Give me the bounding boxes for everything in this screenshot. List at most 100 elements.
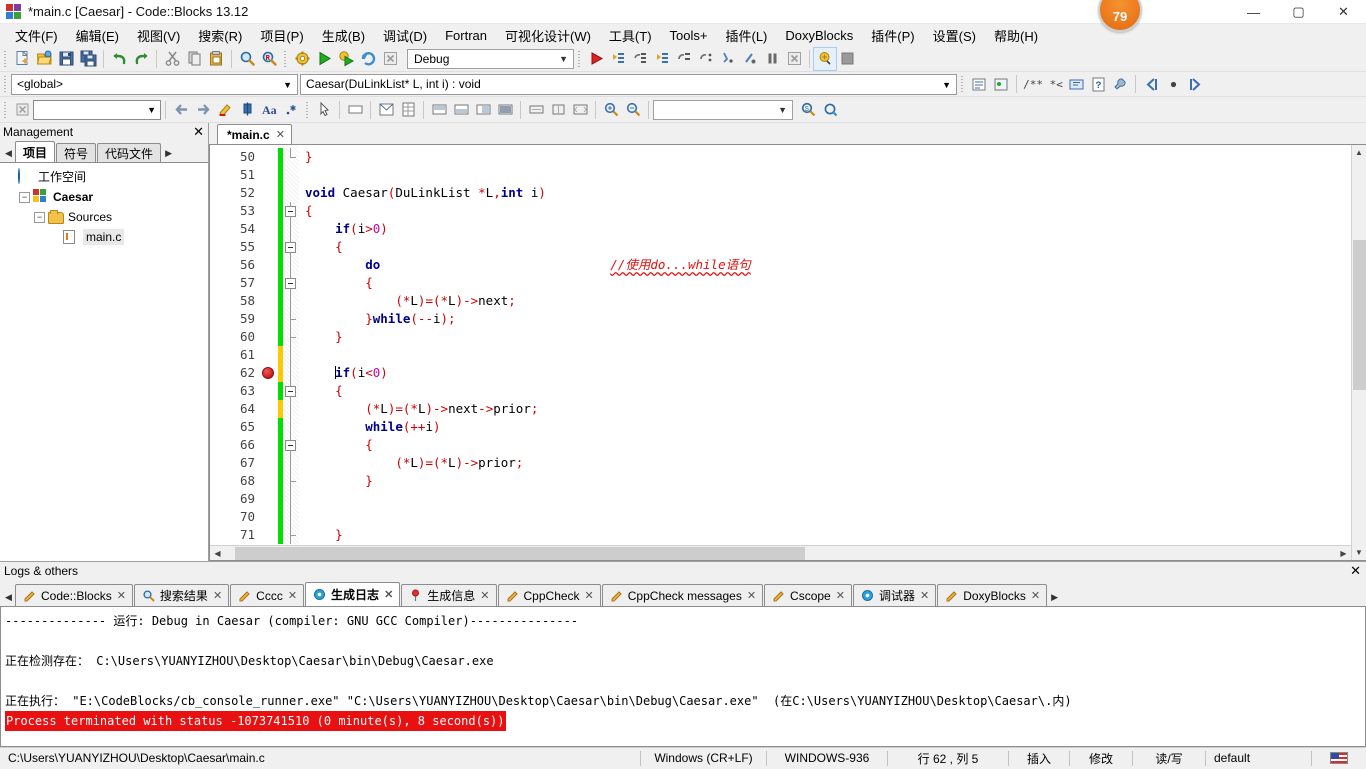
open-file-icon[interactable] bbox=[33, 48, 55, 70]
next-instruction-icon[interactable] bbox=[695, 48, 717, 70]
breakpoint-slot[interactable] bbox=[260, 310, 278, 328]
breakpoint-slot[interactable] bbox=[260, 274, 278, 292]
toolbar-grip[interactable] bbox=[2, 49, 9, 69]
breakpoint-slot[interactable] bbox=[260, 292, 278, 310]
hscroll-left-icon[interactable]: ◀ bbox=[210, 546, 225, 561]
doxyblocks-run-icon[interactable] bbox=[1065, 73, 1087, 95]
breakpoint-slot[interactable] bbox=[260, 526, 278, 544]
code-line[interactable]: if(i>0) bbox=[299, 220, 1351, 238]
font-icon[interactable]: Aa bbox=[258, 99, 280, 121]
vscroll-thumb[interactable] bbox=[1353, 240, 1366, 390]
logs-scroll-right-icon[interactable]: ▶ bbox=[1048, 588, 1061, 606]
zoom-out-icon[interactable] bbox=[622, 99, 644, 121]
highlight-pen-icon[interactable] bbox=[214, 99, 236, 121]
code-line[interactable]: } bbox=[299, 328, 1351, 346]
breakpoint-gutter[interactable] bbox=[260, 145, 278, 545]
fold-slot[interactable] bbox=[283, 166, 299, 184]
next-line-icon[interactable] bbox=[629, 48, 651, 70]
log-tab-cppcheck[interactable]: CppCheck✕ bbox=[498, 584, 601, 606]
doxyblocks-help-icon[interactable]: ? bbox=[1087, 73, 1109, 95]
nav-forward-icon[interactable] bbox=[1184, 73, 1206, 95]
breakpoint-slot[interactable] bbox=[260, 184, 278, 202]
code-line[interactable]: if(i<0) bbox=[299, 364, 1351, 382]
maximize-button[interactable]: ▢ bbox=[1276, 0, 1321, 24]
build-log-output[interactable]: -------------- 运行: Debug in Caesar (comp… bbox=[0, 606, 1366, 747]
code-line[interactable]: { bbox=[299, 382, 1351, 400]
stop-debugger-icon[interactable] bbox=[783, 48, 805, 70]
step-into-instruction-icon[interactable] bbox=[717, 48, 739, 70]
tree-node-Sources[interactable]: −Sources bbox=[4, 207, 208, 227]
paste-icon[interactable] bbox=[205, 48, 227, 70]
breakpoint-slot[interactable] bbox=[260, 472, 278, 490]
code-line[interactable]: (*L)=(*L)->next->prior; bbox=[299, 400, 1351, 418]
fold-slot[interactable] bbox=[283, 328, 299, 346]
code-line[interactable]: } bbox=[299, 148, 1351, 166]
hscroll-track[interactable] bbox=[225, 546, 1336, 561]
vscroll-track[interactable] bbox=[1352, 160, 1366, 545]
toolbar-grip[interactable] bbox=[304, 100, 311, 120]
code-editor[interactable]: 5051525354555657585960616263646566676869… bbox=[210, 145, 1351, 545]
hscroll-right-icon[interactable]: ▶ bbox=[1336, 546, 1351, 561]
menu-help[interactable]: 帮助(H) bbox=[985, 24, 1047, 47]
tree-expander-icon[interactable]: − bbox=[34, 212, 45, 223]
fold-slot[interactable] bbox=[283, 292, 299, 310]
breakpoint-slot[interactable] bbox=[260, 436, 278, 454]
doxyblocks-comment-icon[interactable]: /** *< bbox=[1021, 73, 1065, 95]
menu-build[interactable]: 生成(B) bbox=[313, 24, 374, 47]
code-line[interactable] bbox=[299, 166, 1351, 184]
fold-collapse-icon[interactable] bbox=[285, 206, 296, 217]
tab-projects[interactable]: 项目 bbox=[15, 141, 55, 162]
logs-scroll-left-icon[interactable]: ◀ bbox=[2, 588, 15, 606]
code-line[interactable] bbox=[299, 490, 1351, 508]
toolbar-grip[interactable] bbox=[2, 100, 9, 120]
log-tab-code-blocks[interactable]: Code::Blocks✕ bbox=[15, 584, 133, 606]
code-completion-icon[interactable] bbox=[11, 99, 33, 121]
log-tab-cppcheck-messages[interactable]: CppCheck messages✕ bbox=[602, 584, 763, 606]
breakpoint-icon[interactable] bbox=[262, 367, 274, 379]
fold-collapse-icon[interactable] bbox=[285, 278, 296, 289]
breakpoint-slot[interactable] bbox=[260, 148, 278, 166]
fold-slot[interactable] bbox=[283, 382, 299, 400]
menu-debug[interactable]: 调试(D) bbox=[374, 24, 436, 47]
search-s-icon[interactable]: S bbox=[797, 99, 819, 121]
breakpoint-slot[interactable] bbox=[260, 490, 278, 508]
fold-slot[interactable] bbox=[283, 490, 299, 508]
expand-horizontal-icon[interactable] bbox=[525, 99, 547, 121]
search-c-icon[interactable] bbox=[819, 99, 841, 121]
code-line[interactable]: (*L)=(*L)->next; bbox=[299, 292, 1351, 310]
menu-project[interactable]: 项目(P) bbox=[251, 24, 312, 47]
break-debugger-icon[interactable] bbox=[739, 48, 761, 70]
breakpoint-slot[interactable] bbox=[260, 400, 278, 418]
code-line[interactable]: } bbox=[299, 472, 1351, 490]
back-icon[interactable] bbox=[170, 99, 192, 121]
code-line[interactable]: void Caesar(DuLinkList *L,int i) bbox=[299, 184, 1351, 202]
fold-slot[interactable] bbox=[283, 418, 299, 436]
breakpoint-slot[interactable] bbox=[260, 238, 278, 256]
fold-slot[interactable] bbox=[283, 220, 299, 238]
editor-vscrollbar[interactable]: ▲ ▼ bbox=[1351, 145, 1366, 560]
breakpoint-slot[interactable] bbox=[260, 166, 278, 184]
log-tab-close-icon[interactable]: ✕ bbox=[585, 589, 594, 602]
save-icon[interactable] bbox=[55, 48, 77, 70]
editor-hscrollbar[interactable]: ◀ ▶ bbox=[210, 545, 1351, 560]
align-bottom-icon[interactable] bbox=[450, 99, 472, 121]
breakpoint-slot[interactable] bbox=[260, 418, 278, 436]
code-line[interactable] bbox=[299, 508, 1351, 526]
debugging-windows-icon[interactable] bbox=[814, 48, 836, 70]
toolbar-grip[interactable] bbox=[282, 49, 289, 69]
tree-node-Caesar[interactable]: −Caesar bbox=[4, 187, 208, 207]
fill-icon[interactable] bbox=[494, 99, 516, 121]
menu-wxsmith[interactable]: 可视化设计(W) bbox=[496, 24, 600, 47]
log-tab-close-icon[interactable]: ✕ bbox=[920, 589, 929, 602]
fold-slot[interactable] bbox=[283, 454, 299, 472]
fold-slot[interactable] bbox=[283, 274, 299, 292]
build-and-run-icon[interactable] bbox=[335, 48, 357, 70]
vscroll-up-icon[interactable]: ▲ bbox=[1352, 145, 1366, 160]
build-target-combo[interactable]: Debug ▼ bbox=[407, 49, 574, 69]
breakpoint-slot[interactable] bbox=[260, 454, 278, 472]
code-line[interactable]: { bbox=[299, 238, 1351, 256]
code-text[interactable]: } void Caesar(DuLinkList *L,int i) { if(i>… bbox=[299, 145, 1351, 545]
expand-vertical-icon[interactable] bbox=[547, 99, 569, 121]
fold-slot[interactable] bbox=[283, 310, 299, 328]
fold-slot[interactable] bbox=[283, 238, 299, 256]
